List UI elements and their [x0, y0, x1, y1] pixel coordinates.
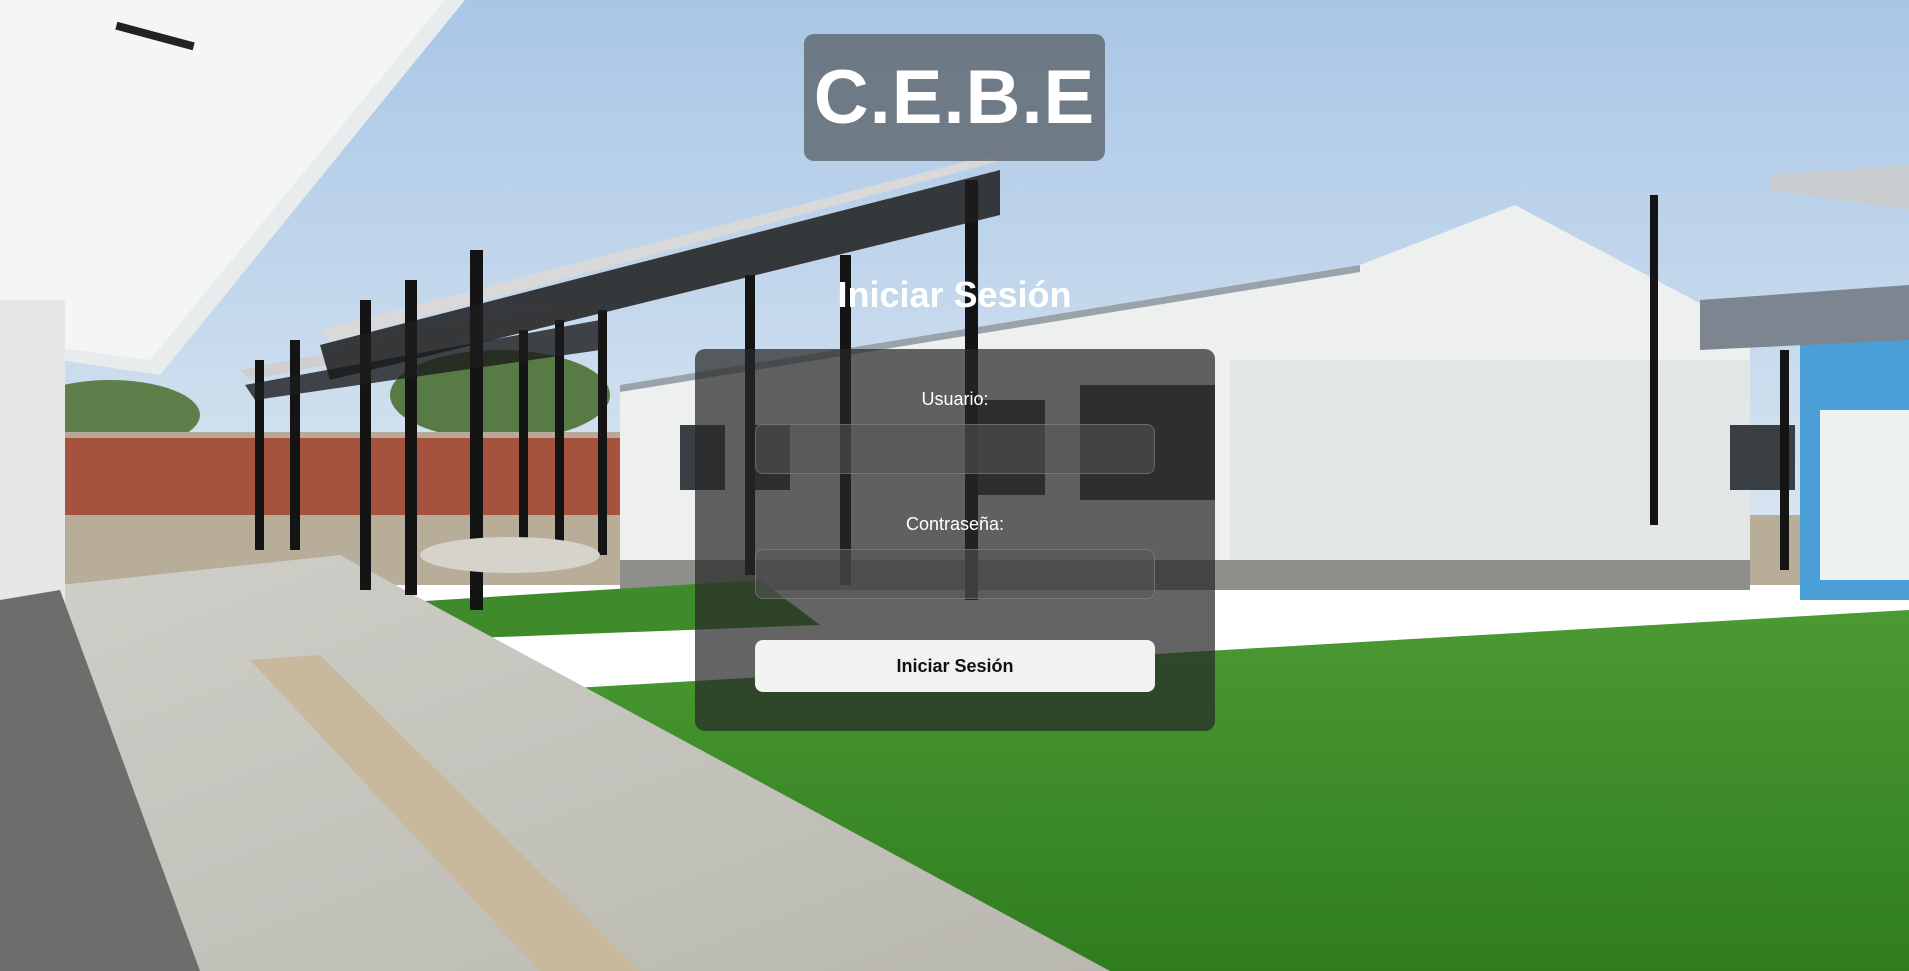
username-label: Usuario:: [921, 389, 989, 409]
password-input[interactable]: [755, 549, 1155, 599]
login-form: Usuario: Contraseña: Iniciar Sesión: [695, 349, 1215, 731]
logo-text: C.E.B.E: [813, 55, 1096, 140]
login-button[interactable]: Iniciar Sesión: [755, 640, 1155, 692]
logo-box: C.E.B.E: [804, 34, 1105, 161]
password-label: Contraseña:: [905, 514, 1005, 534]
username-input[interactable]: [755, 424, 1155, 474]
login-title: Iniciar Sesión: [837, 274, 1072, 315]
